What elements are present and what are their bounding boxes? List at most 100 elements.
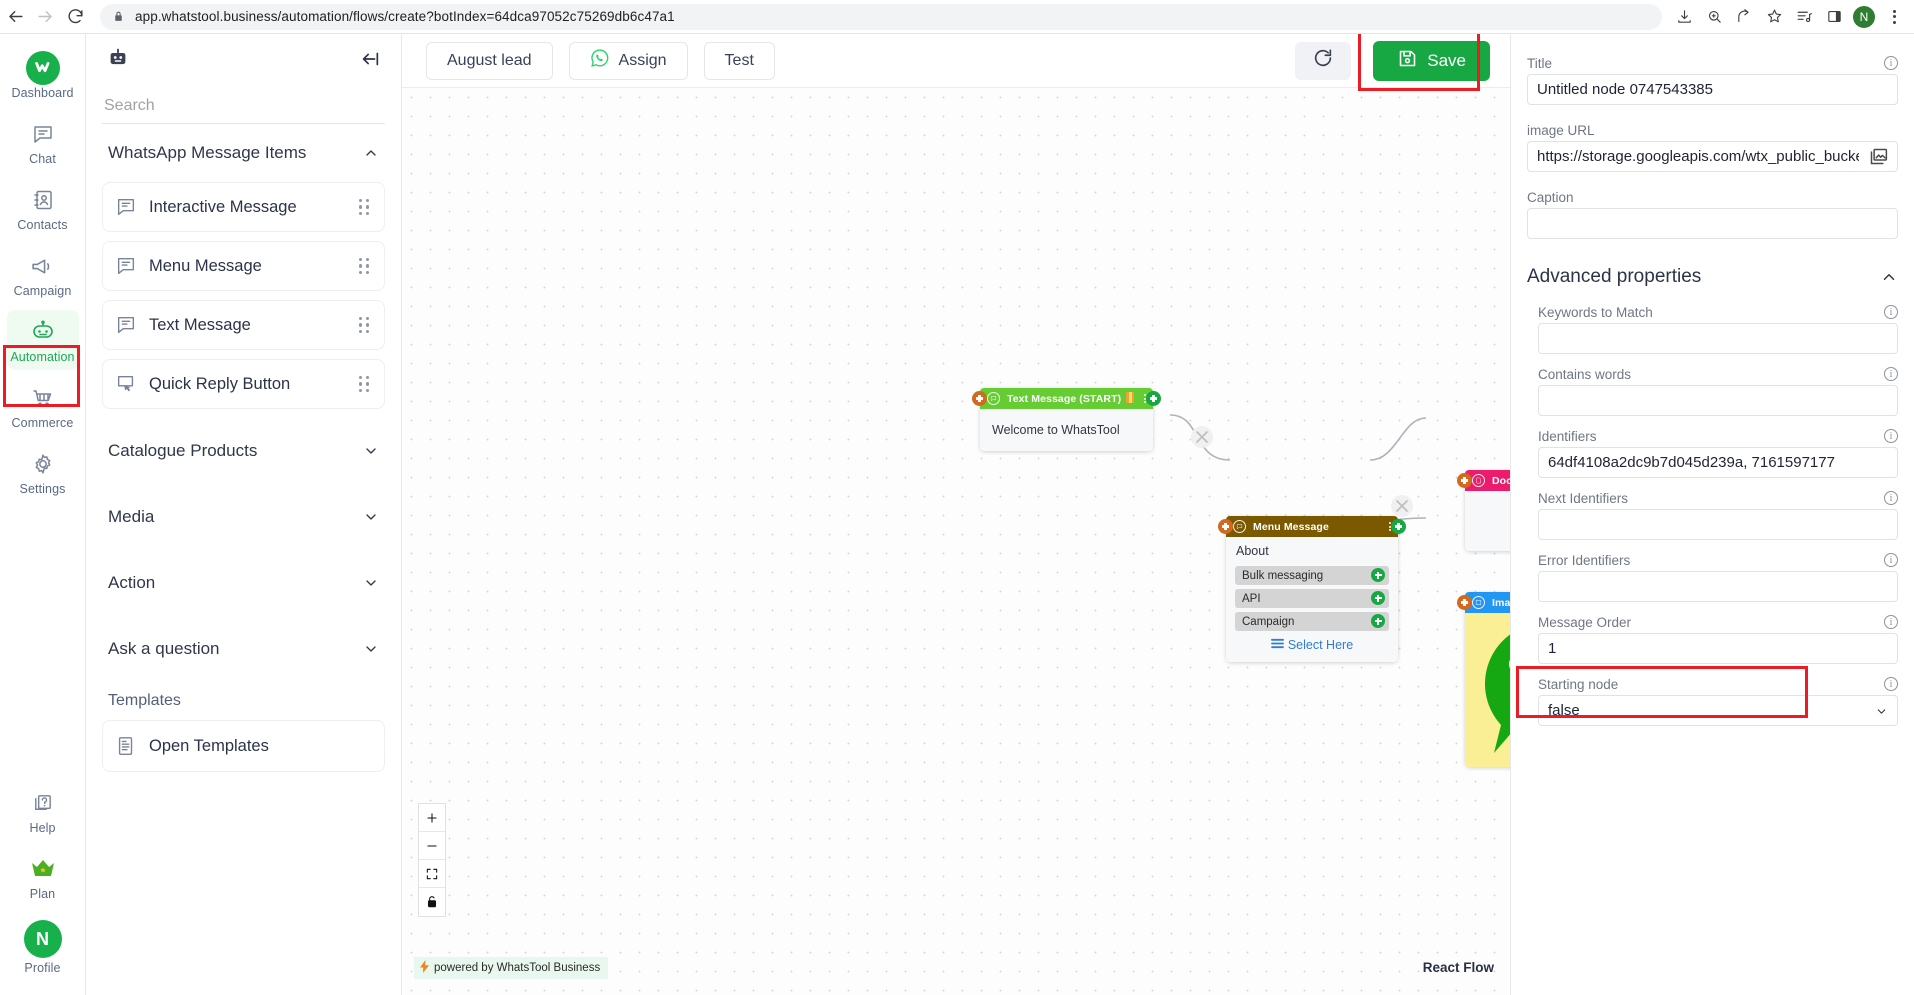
node-input-port[interactable] xyxy=(1218,519,1233,534)
menu-option-port[interactable] xyxy=(1371,614,1385,628)
flow-node-image[interactable]: Image xyxy=(1457,592,1510,767)
starting-node-select[interactable] xyxy=(1538,695,1898,726)
info-icon[interactable]: i xyxy=(1884,429,1898,443)
save-button[interactable]: Save xyxy=(1373,40,1490,81)
info-icon[interactable]: i xyxy=(1884,553,1898,567)
node-input-port[interactable] xyxy=(972,391,987,406)
flow-item-menu-message[interactable]: Menu Message xyxy=(102,241,385,291)
sidebar-item-commerce[interactable]: Commerce xyxy=(7,376,79,436)
sidebar-item-plan[interactable]: Plan xyxy=(7,847,79,907)
node-output-port[interactable] xyxy=(1391,519,1406,534)
collapse-left-icon[interactable] xyxy=(359,48,381,75)
flow-item-text-message[interactable]: Text Message xyxy=(102,300,385,350)
flow-node-text-message[interactable]: Text Message (START) Welcome to WhatsToo… xyxy=(972,388,1161,451)
zoom-out-button[interactable] xyxy=(419,832,445,860)
node-input-port[interactable] xyxy=(1457,473,1472,488)
advanced-properties-header[interactable]: Advanced properties xyxy=(1527,253,1898,301)
gear-icon xyxy=(31,449,55,479)
sidebar-item-profile[interactable]: N Profile xyxy=(7,913,79,981)
share-icon[interactable] xyxy=(1730,3,1758,31)
flow-item-interactive-message[interactable]: Interactive Message xyxy=(102,182,385,232)
sidebar-item-contacts[interactable]: Contacts xyxy=(7,178,79,238)
item-label: Text Message xyxy=(149,315,251,334)
reading-list-icon[interactable] xyxy=(1790,3,1818,31)
fit-view-button[interactable] xyxy=(419,860,445,888)
menu-option-row[interactable]: API xyxy=(1235,589,1389,608)
app-shell: Dashboard Chat Contacts Campaign Automat xyxy=(0,34,1914,995)
browser-forward-button[interactable] xyxy=(30,2,60,32)
sidebar-item-settings[interactable]: Settings xyxy=(7,442,79,502)
lock-canvas-button[interactable] xyxy=(419,888,445,916)
install-icon[interactable] xyxy=(1670,3,1698,31)
menu-option-port[interactable] xyxy=(1371,568,1385,582)
node-body xyxy=(1465,613,1510,767)
assign-label: Assign xyxy=(618,51,667,69)
select-here-button[interactable]: Select Here xyxy=(1226,636,1398,654)
info-icon[interactable]: i xyxy=(1884,367,1898,381)
message-order-input[interactable] xyxy=(1538,633,1898,664)
menu-option-row[interactable]: Campaign xyxy=(1235,612,1389,631)
sidebar-item-help[interactable]: Help xyxy=(7,781,79,841)
menu-option-row[interactable]: Bulk messaging xyxy=(1235,566,1389,585)
bookmark-star-icon[interactable] xyxy=(1760,3,1788,31)
identifiers-input[interactable] xyxy=(1538,447,1898,478)
node-text: About xyxy=(1236,544,1269,558)
drag-handle-icon[interactable] xyxy=(359,257,370,275)
group-media[interactable]: Media xyxy=(102,484,385,550)
sidebar-item-campaign[interactable]: Campaign xyxy=(7,244,79,304)
assign-button[interactable]: Assign xyxy=(568,41,688,80)
browser-profile-avatar[interactable]: N xyxy=(1850,3,1878,31)
error-identifiers-input[interactable] xyxy=(1538,571,1898,602)
caption-input[interactable] xyxy=(1527,208,1898,239)
flow-name-button[interactable]: August lead xyxy=(426,41,553,80)
node-output-port[interactable] xyxy=(1146,391,1161,406)
field-starting-node: Starting node i xyxy=(1527,673,1898,726)
node-text: Welcome to WhatsTool xyxy=(992,423,1120,437)
browser-action-icons: N xyxy=(1670,3,1914,31)
sidebar-label: Help xyxy=(29,821,56,835)
menu-option-port[interactable] xyxy=(1371,591,1385,605)
react-flow-pane[interactable]: Text Message (START) Welcome to WhatsToo… xyxy=(402,88,1510,995)
image-picker-icon[interactable] xyxy=(1868,146,1889,167)
contains-words-input[interactable] xyxy=(1538,385,1898,416)
info-icon[interactable]: i xyxy=(1884,615,1898,629)
browser-back-button[interactable] xyxy=(0,2,30,32)
field-error-identifiers: Error Identifiers i xyxy=(1527,549,1898,602)
field-contains-words: Contains words i xyxy=(1527,363,1898,416)
group-action[interactable]: Action xyxy=(102,550,385,616)
flow-item-quick-reply-button[interactable]: Quick Reply Button xyxy=(102,359,385,409)
info-icon[interactable]: i xyxy=(1884,56,1898,70)
group-catalogue-products[interactable]: Catalogue Products xyxy=(102,418,385,484)
next-identifiers-input[interactable] xyxy=(1538,509,1898,540)
open-templates-button[interactable]: Open Templates xyxy=(102,720,385,772)
node-title: Image xyxy=(1492,596,1510,609)
group-whatsapp-message-items[interactable]: WhatsApp Message Items xyxy=(102,124,385,182)
refresh-button[interactable] xyxy=(1295,41,1352,80)
node-input-port[interactable] xyxy=(1457,595,1472,610)
floppy-disk-icon xyxy=(1397,48,1418,74)
zoom-icon[interactable] xyxy=(1700,3,1728,31)
title-input[interactable] xyxy=(1527,74,1898,105)
search-input[interactable] xyxy=(102,88,385,124)
keywords-to-match-input[interactable] xyxy=(1538,323,1898,354)
browser-reload-button[interactable] xyxy=(60,2,90,32)
sidebar-item-automation[interactable]: Automation xyxy=(6,310,79,370)
browser-address-bar[interactable]: app.whatstool.business/automation/flows/… xyxy=(100,3,1662,30)
flow-node-document[interactable]: Document PDF xyxy=(1457,470,1510,551)
info-icon[interactable]: i xyxy=(1884,305,1898,319)
side-panel-icon[interactable] xyxy=(1820,3,1848,31)
test-button[interactable]: Test xyxy=(703,41,775,80)
info-icon[interactable]: i xyxy=(1884,677,1898,691)
sidebar-item-dashboard[interactable]: Dashboard xyxy=(7,46,79,106)
drag-handle-icon[interactable] xyxy=(359,316,370,334)
flow-node-menu-message[interactable]: Menu Message About Bulk messaging API Ca… xyxy=(1218,516,1406,662)
info-icon[interactable]: i xyxy=(1884,491,1898,505)
drag-handle-icon[interactable] xyxy=(359,375,370,393)
browser-menu-button[interactable] xyxy=(1880,3,1908,31)
group-ask-a-question[interactable]: Ask a question xyxy=(102,616,385,682)
image-url-input[interactable] xyxy=(1527,141,1898,172)
zoom-in-button[interactable] xyxy=(419,804,445,832)
drag-handle-icon[interactable] xyxy=(359,198,370,216)
field-label: Caption xyxy=(1527,189,1574,205)
sidebar-item-chat[interactable]: Chat xyxy=(7,112,79,172)
